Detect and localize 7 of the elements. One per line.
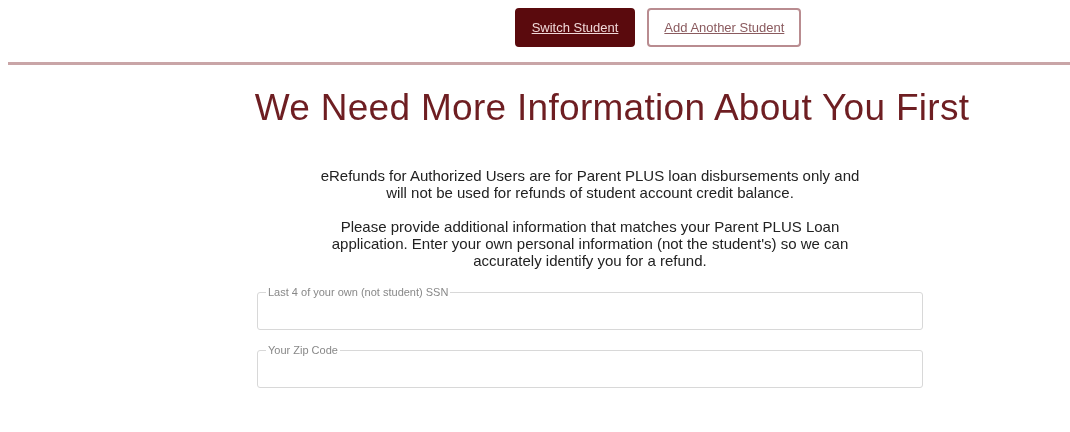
- input-field[interactable]: Your Zip Code: [257, 344, 923, 388]
- info-paragraph: eRefunds for Authorized Users are for Parent PLUS loan disbursements only and will not be used for refunds of student account credit balance.: [319, 167, 861, 201]
- switch-student-button[interactable]: Switch Student: [514, 8, 636, 47]
- add-student-button[interactable]: Add Another Student: [647, 8, 802, 47]
- input-field[interactable]: Last 4 of your own (not student) SSN: [257, 286, 923, 330]
- page-heading: We Need More Information About You First: [253, 87, 971, 129]
- info-paragraph: Please provide additional information that matches your Parent PLUS Loan application. Enter your own personal information (not the student's) so we can accurately identify you for a refund.: [330, 218, 850, 269]
